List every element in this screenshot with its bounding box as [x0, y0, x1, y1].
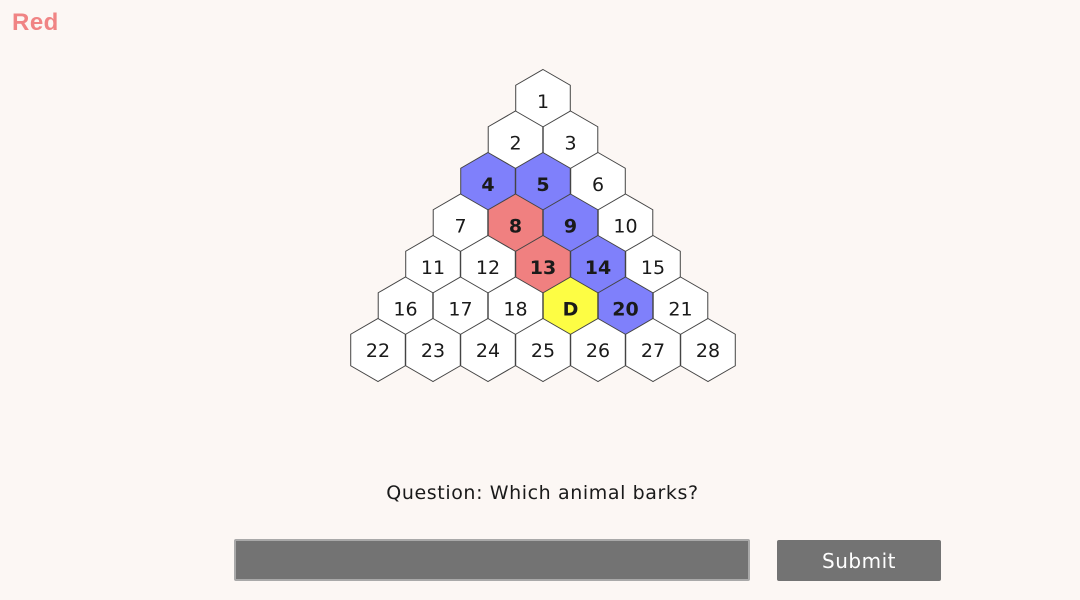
- hex-cell-label: 16: [393, 299, 417, 321]
- hex-cell-label: 18: [503, 299, 527, 321]
- hex-cell-label: 21: [668, 299, 692, 321]
- hex-cell-label: 12: [476, 257, 500, 279]
- submit-button[interactable]: Submit: [777, 540, 941, 581]
- hex-cell-label: 28: [696, 340, 720, 362]
- hex-cell-label: 10: [613, 216, 637, 238]
- hex-cell-label: 25: [531, 340, 555, 362]
- hex-cell-label: 22: [366, 340, 390, 362]
- hex-cell-label: 17: [448, 299, 472, 321]
- hex-cell-label: 9: [564, 216, 577, 238]
- answer-input[interactable]: [234, 539, 750, 581]
- hex-cell-label: 5: [536, 174, 549, 196]
- hex-cell-label: 26: [586, 340, 610, 362]
- hex-cell-label: 24: [476, 340, 500, 362]
- question-text: Question: Which animal barks?: [386, 482, 699, 504]
- hex-cell-label: 23: [421, 340, 445, 362]
- hex-board: 12 34 5 67 8 9 1011 12 13 14 1516 17 18 D 20 2122 23 24 25…: [350, 68, 736, 383]
- hex-cell-label: 11: [421, 257, 445, 279]
- hex-cell-label: 7: [454, 216, 466, 238]
- hex-cell-label: 3: [564, 133, 576, 155]
- hex-cell-label: 15: [641, 257, 665, 279]
- hex-cell-label: 1: [537, 91, 549, 113]
- hex-cell-label: 6: [592, 174, 604, 196]
- hex-cell-label: 2: [509, 133, 521, 155]
- hex-cell-label: 8: [509, 216, 522, 238]
- hex-cell-label: D: [563, 299, 579, 321]
- hex-cell-label: 14: [585, 257, 611, 279]
- hex-cell-label: 13: [530, 257, 556, 279]
- hex-cell-label: 20: [612, 299, 638, 321]
- hex-cell-label: 27: [641, 340, 665, 362]
- hex-cell-label: 4: [481, 174, 494, 196]
